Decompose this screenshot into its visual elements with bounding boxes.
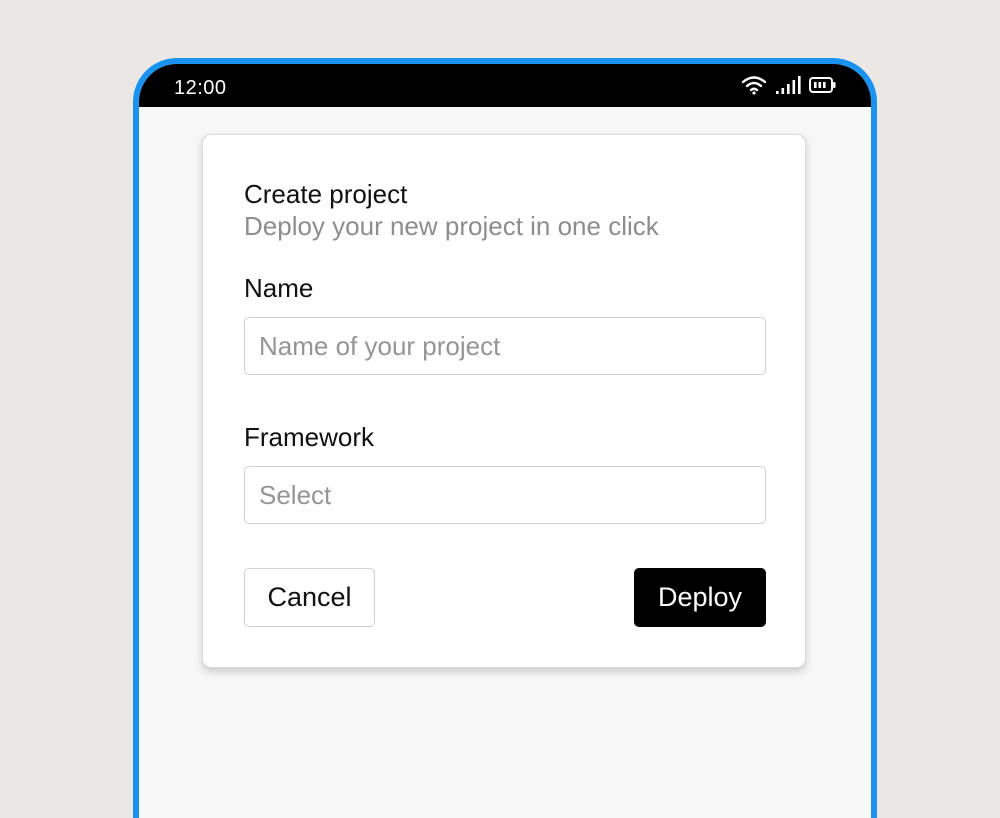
framework-select[interactable]: Select: [244, 466, 766, 524]
status-icons: [741, 75, 837, 95]
framework-select-value: Select: [259, 479, 332, 510]
dialog-subtitle: Deploy your new project in one click: [244, 211, 659, 241]
cancel-button[interactable]: Cancel: [244, 568, 375, 627]
dialog-title: Create project: [244, 179, 408, 209]
deploy-button[interactable]: Deploy: [634, 568, 766, 627]
status-time: 12:00: [174, 77, 227, 99]
status-bar: 12:00: [139, 64, 871, 107]
name-label: Name: [244, 273, 314, 303]
battery-icon: [809, 76, 837, 94]
framework-label: Framework: [244, 422, 375, 452]
cellular-signal-icon: [775, 75, 801, 95]
create-project-dialog: Create project Deploy your new project i…: [202, 134, 806, 668]
project-name-input[interactable]: [244, 317, 766, 375]
wifi-icon: [741, 75, 767, 95]
